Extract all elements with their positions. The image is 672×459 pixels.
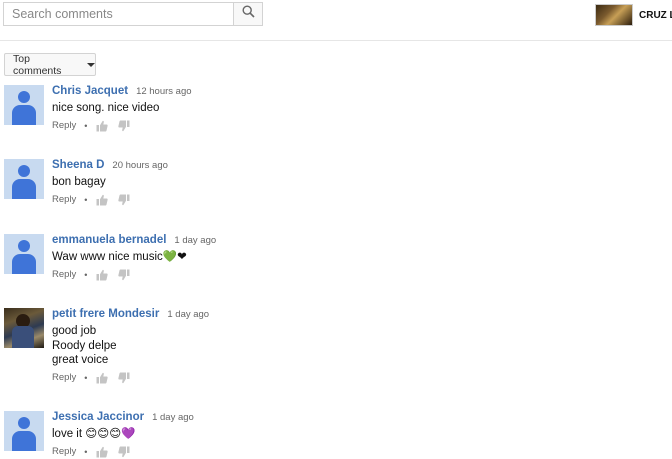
comment-text: love it 😊😊😊💜: [52, 428, 136, 440]
separator-dot: •: [84, 120, 88, 131]
dislike-icon[interactable]: [117, 445, 131, 459]
like-icon[interactable]: [95, 119, 109, 133]
reply-button[interactable]: Reply: [52, 120, 76, 131]
dislike-icon[interactable]: [117, 371, 131, 385]
comment-time[interactable]: 12 hours ago: [136, 86, 191, 97]
like-icon[interactable]: [95, 193, 109, 207]
avatar[interactable]: [4, 234, 44, 274]
sort-label: Top comments: [13, 52, 62, 77]
comment-time[interactable]: 1 day ago: [174, 235, 216, 246]
avatar[interactable]: [4, 308, 44, 348]
separator-dot: •: [84, 372, 88, 383]
purple-heart-emoji: 💜: [121, 428, 136, 440]
reply-button[interactable]: Reply: [52, 269, 76, 280]
avatar[interactable]: [4, 411, 44, 451]
dislike-icon[interactable]: [117, 119, 131, 133]
search-input[interactable]: [3, 2, 233, 26]
avatar[interactable]: [4, 85, 44, 125]
top-bar: CRUZ LA: [0, 0, 672, 41]
search-icon: [241, 5, 255, 23]
avatar[interactable]: [4, 159, 44, 199]
comment-text: nice song. nice video: [52, 102, 160, 114]
separator-dot: •: [84, 269, 88, 280]
search-button[interactable]: [233, 2, 263, 26]
channel-thumbnail: [595, 4, 633, 26]
separator-dot: •: [84, 194, 88, 205]
comment-time[interactable]: 1 day ago: [152, 412, 194, 423]
comment-author[interactable]: emmanuela bernadel: [52, 234, 166, 246]
like-icon[interactable]: [95, 268, 109, 282]
smile-emoji: 😊: [85, 428, 98, 440]
dislike-icon[interactable]: [117, 193, 131, 207]
dropdown-caret-icon: [87, 62, 95, 67]
comment-author[interactable]: Sheena D: [52, 159, 104, 171]
comment-author[interactable]: Jessica Jaccinor: [52, 411, 144, 423]
dislike-icon[interactable]: [117, 268, 131, 282]
reply-button[interactable]: Reply: [52, 194, 76, 205]
channel-name: CRUZ LA: [639, 9, 672, 21]
like-icon[interactable]: [95, 445, 109, 459]
heart-emoji: ❤: [177, 251, 187, 263]
comment-time[interactable]: 1 day ago: [167, 309, 209, 320]
comment-search: [3, 2, 263, 26]
smile-emoji: 😊: [97, 428, 110, 440]
like-icon[interactable]: [95, 371, 109, 385]
separator-dot: •: [84, 446, 88, 457]
smile-emoji: 😊: [109, 428, 122, 440]
channel-link[interactable]: CRUZ LA: [595, 4, 672, 26]
comment-time[interactable]: 20 hours ago: [112, 160, 167, 171]
comment-author[interactable]: Chris Jacquet: [52, 85, 128, 97]
comment-text: good job Roody delpe great voice: [52, 325, 117, 366]
reply-button[interactable]: Reply: [52, 446, 76, 457]
comment-text: Waw www nice music💚❤: [52, 251, 187, 263]
comment-author[interactable]: petit frere Mondesir: [52, 308, 159, 320]
reply-button[interactable]: Reply: [52, 372, 76, 383]
comment-text: bon bagay: [52, 176, 106, 188]
sort-comments-button[interactable]: Top comments: [4, 52, 96, 77]
green-heart-emoji: 💚: [162, 251, 178, 263]
